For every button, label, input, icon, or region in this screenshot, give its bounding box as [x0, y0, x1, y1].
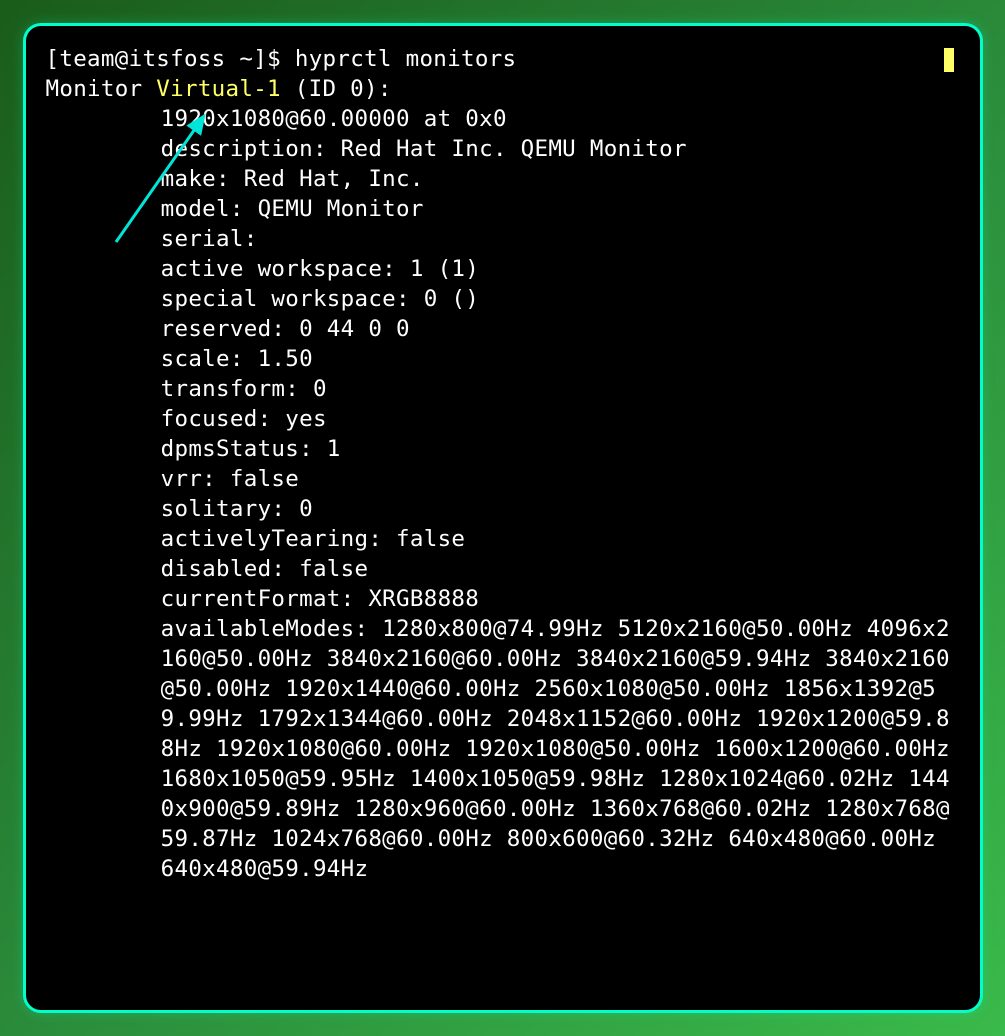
terminal-window[interactable]: [team@itsfoss ~]$ hyprctl monitors Monit…: [23, 23, 983, 1013]
line-serial: serial:: [161, 226, 258, 252]
line-available-modes: availableModes: 1280x800@74.99Hz 5120x21…: [161, 616, 964, 882]
line-model: model: QEMU Monitor: [161, 196, 424, 222]
line-focused: focused: yes: [161, 406, 327, 432]
prompt-close-bracket: ]: [253, 46, 267, 72]
line-make: make: Red Hat, Inc.: [161, 166, 424, 192]
prompt-command: hyprctl monitors: [295, 46, 517, 72]
line-description: description: Red Hat Inc. QEMU Monitor: [161, 136, 687, 162]
monitor-id: (ID 0):: [281, 76, 392, 102]
line-transform: transform: 0: [161, 376, 327, 402]
terminal-output: [team@itsfoss ~]$ hyprctl monitors Monit…: [46, 44, 960, 884]
prompt-host: itsfoss: [129, 46, 226, 72]
line-solitary: solitary: 0: [161, 496, 313, 522]
prompt-dir: ~: [239, 46, 253, 72]
line-resolution: 1920x1080@60.00000 at 0x0: [161, 106, 507, 132]
line-reserved: reserved: 0 44 0 0: [161, 316, 410, 342]
prompt-symbol: $: [267, 46, 281, 72]
line-vrr: vrr: false: [161, 466, 299, 492]
prompt-open-bracket: [: [46, 46, 60, 72]
text-cursor: [944, 48, 954, 72]
line-tearing: activelyTearing: false: [161, 526, 466, 552]
monitor-details: 1920x1080@60.00000 at 0x0 description: R…: [46, 104, 960, 884]
line-scale: scale: 1.50: [161, 346, 313, 372]
line-current-format: currentFormat: XRGB8888: [161, 586, 479, 612]
prompt-at: @: [115, 46, 129, 72]
monitor-prefix: Monitor: [46, 76, 157, 102]
line-special-workspace: special workspace: 0 (): [161, 286, 479, 312]
prompt-user: team: [59, 46, 114, 72]
line-active-workspace: active workspace: 1 (1): [161, 256, 479, 282]
monitor-name: Virtual-1: [156, 76, 281, 102]
line-disabled: disabled: false: [161, 556, 369, 582]
line-dpms: dpmsStatus: 1: [161, 436, 341, 462]
